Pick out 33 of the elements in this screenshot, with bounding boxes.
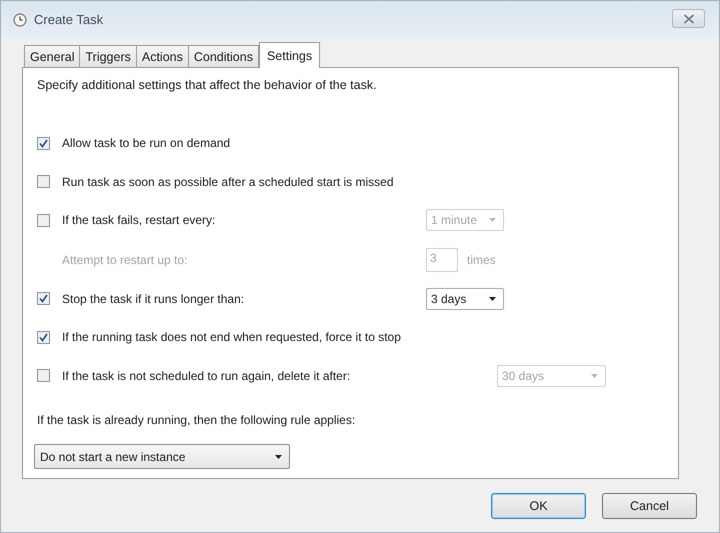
unit-label: times bbox=[467, 252, 496, 266]
caret-icon bbox=[489, 296, 496, 301]
window-title: Create Task bbox=[34, 12, 104, 27]
close-button[interactable] bbox=[672, 9, 705, 28]
cancel-button[interactable]: Cancel bbox=[602, 493, 697, 519]
tab[interactable]: Conditions bbox=[188, 45, 259, 67]
setting-label: Run task as soon as possible after a scheduled start is missed bbox=[62, 174, 394, 189]
checkbox[interactable] bbox=[37, 175, 50, 188]
caret-icon bbox=[275, 454, 282, 458]
tab[interactable]: Actions bbox=[136, 45, 189, 67]
tab[interactable]: Settings bbox=[258, 42, 320, 68]
checkbox[interactable] bbox=[37, 214, 50, 227]
setting-label: If the running task does not end when requested, force it to stop bbox=[62, 330, 402, 344]
checkbox[interactable] bbox=[37, 369, 50, 382]
caret-icon bbox=[489, 218, 496, 222]
dropdown[interactable]: 3 days bbox=[426, 288, 504, 310]
setting-label: If the task fails, restart every: bbox=[62, 213, 216, 228]
checkbox[interactable] bbox=[37, 292, 50, 306]
rule-label: If the task is already running, then the following rule applies: bbox=[37, 413, 356, 427]
setting-label: Attempt to restart up to: bbox=[62, 252, 188, 266]
tab[interactable]: Triggers bbox=[79, 45, 137, 67]
tab[interactable]: General bbox=[24, 45, 80, 67]
setting-label: Allow task to be run on demand bbox=[62, 136, 232, 150]
ok-button[interactable]: OK bbox=[491, 493, 586, 519]
caret-icon bbox=[591, 374, 598, 378]
setting-label: If the task is not scheduled to run again, delete it after: bbox=[62, 368, 352, 383]
close-icon bbox=[682, 14, 694, 24]
setting-label: Stop the task if it runs longer than: bbox=[62, 292, 246, 306]
clock-icon bbox=[13, 12, 27, 26]
checkbox[interactable] bbox=[37, 136, 50, 150]
description-text: Specify additional settings that affect the behavior of the task. bbox=[37, 78, 378, 94]
checkbox[interactable] bbox=[37, 330, 50, 344]
dropdown[interactable]: Do not start a new instance bbox=[34, 444, 290, 469]
